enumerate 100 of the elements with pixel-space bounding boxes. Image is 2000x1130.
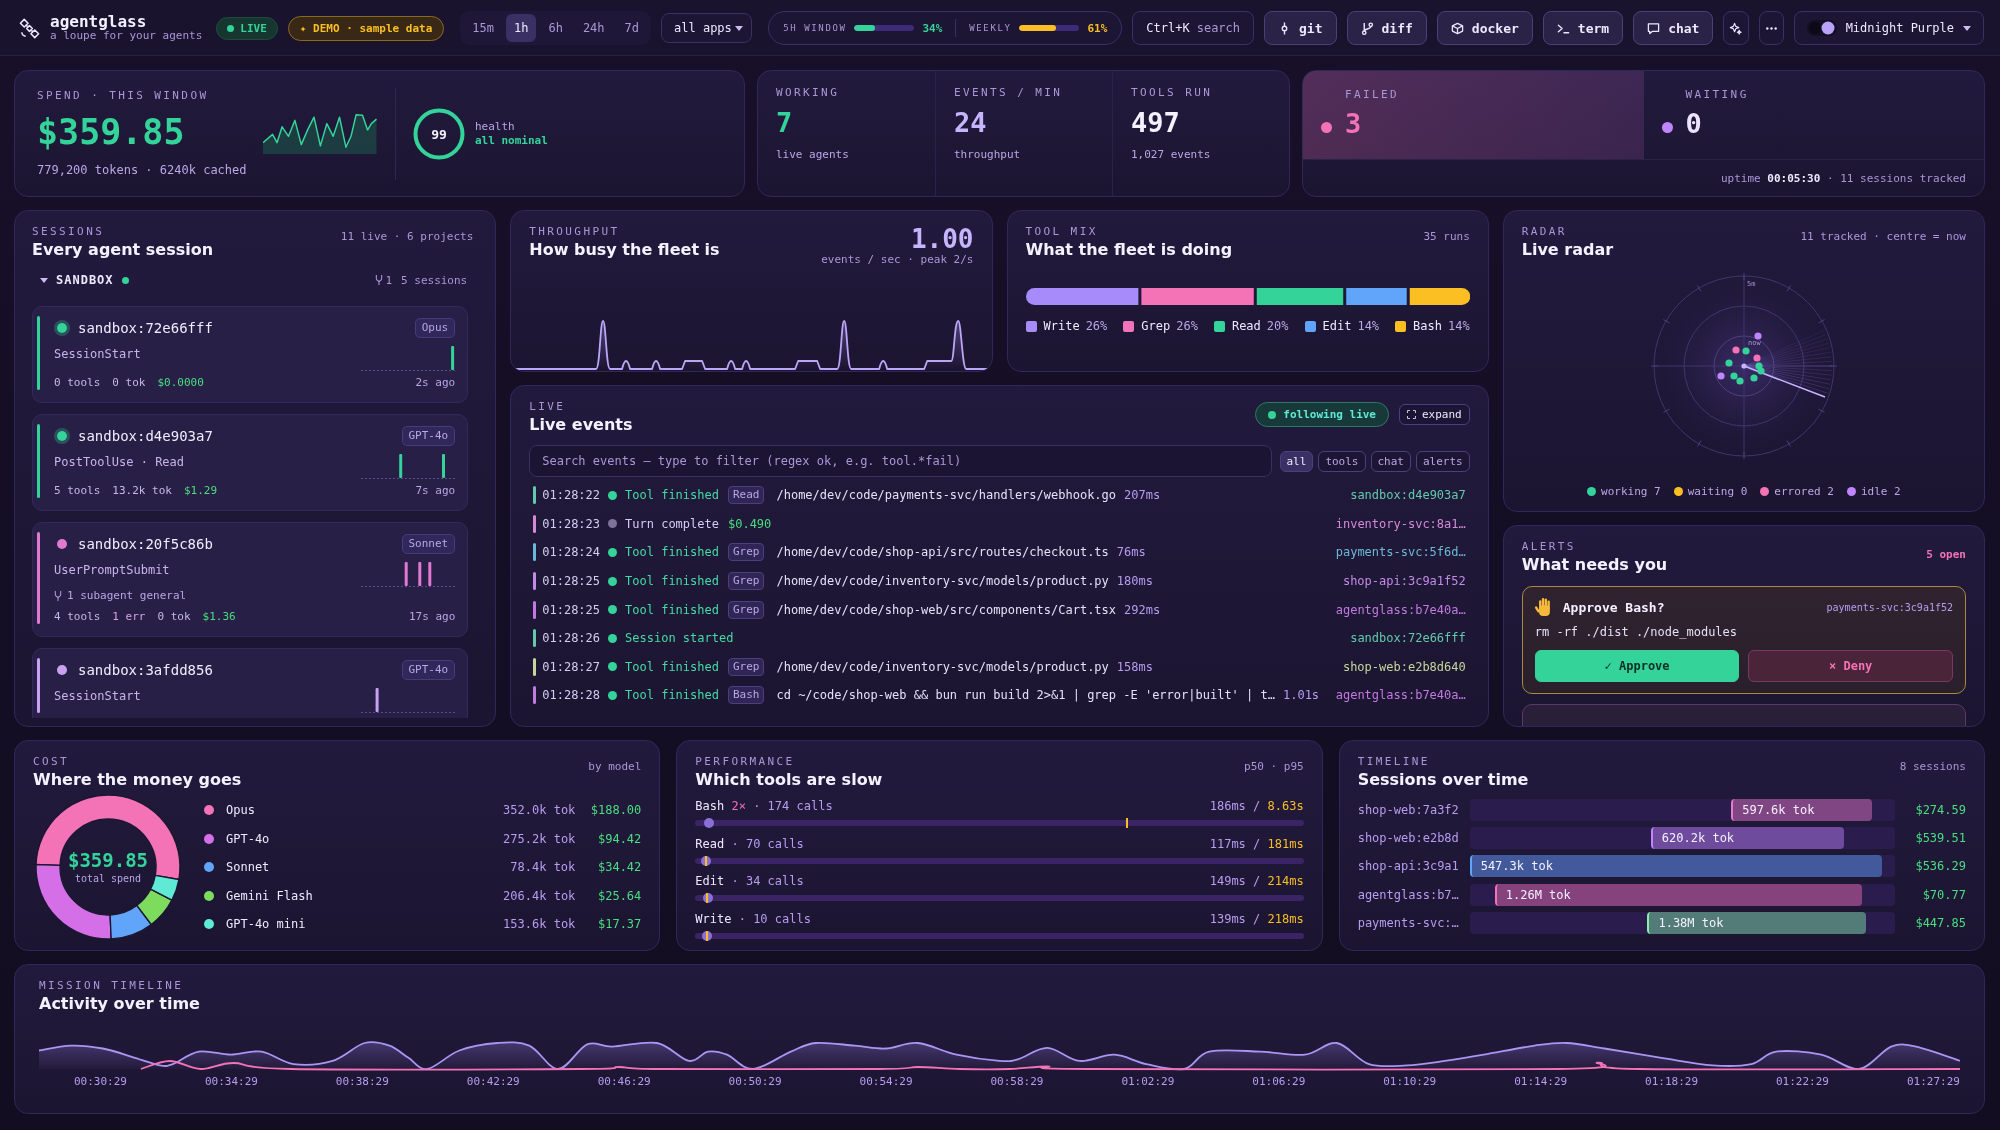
latency-text: 149ms / 214ms [1209, 873, 1304, 889]
app-tagline: a loupe for your agents [50, 30, 203, 42]
session-cost: $447.85 [1914, 915, 1966, 930]
total-amount: $359.85 [67, 848, 149, 872]
session-card[interactable]: sandbox:d4e903a7 GPT-4o PostToolUse · Read 5 tools 13.2k tok $1.29 7s ago [32, 414, 469, 511]
total-label: total spend [74, 872, 142, 886]
legend-label: Read [1231, 319, 1261, 333]
session-link[interactable]: sandbox:d4e903a7 [1342, 488, 1466, 503]
session-card[interactable]: sandbox:20f5c86b Sonnet UserPromptSubmit 1 subagent general 4 tools 1 err 0 tok $1.36 17s ago [32, 522, 469, 637]
sparkle-icon [1729, 21, 1743, 35]
range-tab[interactable]: 15m [464, 14, 502, 42]
session-count: 5 sessions [401, 273, 468, 287]
event-detail: /home/dev/code/inventory-svc/models/product.py [776, 574, 1109, 589]
tool-button[interactable]: docker [1436, 11, 1533, 45]
approve-button[interactable]: ✓ Approve [1534, 650, 1740, 682]
section-label: SPEND · THIS WINDOW [37, 89, 210, 103]
model-name: Sonnet [226, 860, 271, 874]
follow-toggle[interactable]: following live [1255, 402, 1389, 427]
session-name: payments-svc:… [1357, 915, 1460, 930]
caret-icon [1963, 25, 1971, 31]
session-link[interactable]: payments-svc:5f6d… [1327, 545, 1466, 560]
model-name: Opus [226, 803, 256, 817]
search-field[interactable]: Search events — type to filter (regex ok, e.g. tool.*fail) [529, 445, 1272, 477]
filter-chip[interactable]: alerts [1416, 450, 1470, 472]
more-button[interactable] [1758, 11, 1784, 45]
share-label: 26% [1085, 319, 1108, 333]
event-message: Turn complete [625, 516, 719, 531]
event-detail: /home/dev/code/shop-api/src/routes/checkout.ts [776, 545, 1109, 560]
tool-button[interactable]: git [1264, 11, 1337, 45]
session-card[interactable]: sandbox:3afdd856 GPT-4o SessionStart [32, 648, 469, 718]
panel-meta: 11 live · 6 projects [340, 230, 474, 244]
session-link[interactable]: agentglass:b7e40a… [1327, 688, 1466, 703]
session-age: 17s ago [408, 610, 456, 624]
search-button[interactable]: Ctrl+K search [1132, 11, 1255, 45]
stat-label: FAILED [1345, 88, 1400, 102]
tool-button[interactable]: chat [1633, 11, 1714, 45]
range-tab[interactable]: 6h [540, 14, 571, 42]
tool-button[interactable]: term [1542, 11, 1624, 45]
model-badge: Opus [414, 318, 456, 338]
range-tab[interactable]: 24h [574, 14, 613, 42]
tool-tag: Grep [727, 572, 765, 591]
session-link[interactable]: inventory-svc:8a1… [1327, 516, 1466, 531]
expand-button[interactable]: expand [1399, 404, 1470, 425]
panel-meta: 8 sessions [1899, 760, 1966, 774]
stat-caption: 1,027 events [1131, 148, 1211, 162]
session-cost: $70.77 [1921, 887, 1966, 902]
panel-title: What the fleet is doing [1025, 239, 1233, 261]
session-stat: $1.36 [202, 610, 236, 624]
tool-label: Write · 10 calls [695, 910, 811, 927]
session-name: shop-web:7a3f2 [1357, 803, 1460, 818]
app-select[interactable]: all apps [661, 13, 753, 43]
event-cost: $0.490 [727, 516, 772, 531]
event-detail: /home/dev/code/payments-svc/handlers/webhook.go [776, 488, 1117, 503]
event-duration: 158ms [1116, 659, 1153, 674]
filter-chip[interactable]: all [1279, 450, 1314, 472]
deny-button[interactable]: × Deny [1748, 650, 1953, 682]
session-stat: 5 tools [54, 484, 101, 498]
event-time: 01:28:24 [542, 545, 601, 560]
section-label: TOOL MIX [1025, 225, 1098, 239]
tool-button[interactable]: diff [1346, 11, 1427, 45]
panel-title: Activity over time [39, 993, 200, 1015]
model-badge: GPT-4o [401, 660, 456, 680]
health-score: 99 [431, 126, 447, 141]
session-stat: $1.29 [183, 484, 218, 498]
panel-meta: 11 tracked · centre = now [1800, 230, 1966, 244]
alert-session: payments-svc:3c9a1f52 [1826, 601, 1953, 613]
range-tab[interactable]: 1h [505, 14, 537, 42]
session-id: sandbox:72e66fff [78, 320, 213, 336]
tool-tag: Read [727, 486, 765, 505]
range-tab[interactable]: 7d [616, 14, 647, 42]
theme-select[interactable]: Midnight Purple [1793, 11, 1984, 45]
latency-text: 139ms / 218ms [1209, 910, 1304, 927]
bar-marker-icon [37, 316, 40, 390]
spend-amount: $359.85 [37, 111, 186, 153]
expand-icon [1407, 410, 1416, 419]
event-message: Tool finished [625, 688, 719, 703]
token-bar: 1.26M tok [1494, 883, 1863, 906]
session-card[interactable]: sandbox:72e66fff Opus SessionStart 0 tools 0 tok $0.0000 2s ago [32, 306, 469, 403]
spend-detail: 779,200 tokens · 6240k cached [37, 163, 248, 178]
filter-chip[interactable]: tools [1318, 450, 1366, 472]
caret-icon[interactable] [40, 276, 48, 284]
session-link[interactable]: shop-api:3c9a1f52 [1334, 574, 1466, 589]
session-stat: 13.2k tok [112, 484, 172, 498]
event-time: 01:28:27 [542, 659, 601, 674]
session-link[interactable]: shop-web:e2b8d640 [1334, 659, 1466, 674]
event-message: Tool finished [625, 488, 719, 503]
share-label: 14% [1357, 319, 1380, 333]
model-tokens: 153.6k tok [503, 917, 576, 931]
session-link[interactable]: agentglass:b7e40a… [1327, 602, 1466, 617]
session-event: SessionStart [54, 346, 141, 363]
event-detail: /home/dev/code/shop-web/src/components/Cart.tsx [776, 602, 1117, 617]
filter-chip[interactable]: chat [1370, 450, 1411, 472]
panel-title: What needs you [1521, 554, 1668, 576]
panel-title: How busy the fleet is [529, 239, 720, 261]
session-link[interactable]: sandbox:72e66fff [1342, 631, 1466, 646]
meter-reading: 61% [1087, 21, 1108, 35]
sparkle-button[interactable] [1723, 11, 1749, 45]
session-stat: 4 tools [54, 610, 101, 624]
stat-value: 3 [1345, 108, 1362, 140]
share-label: 20% [1266, 319, 1289, 333]
